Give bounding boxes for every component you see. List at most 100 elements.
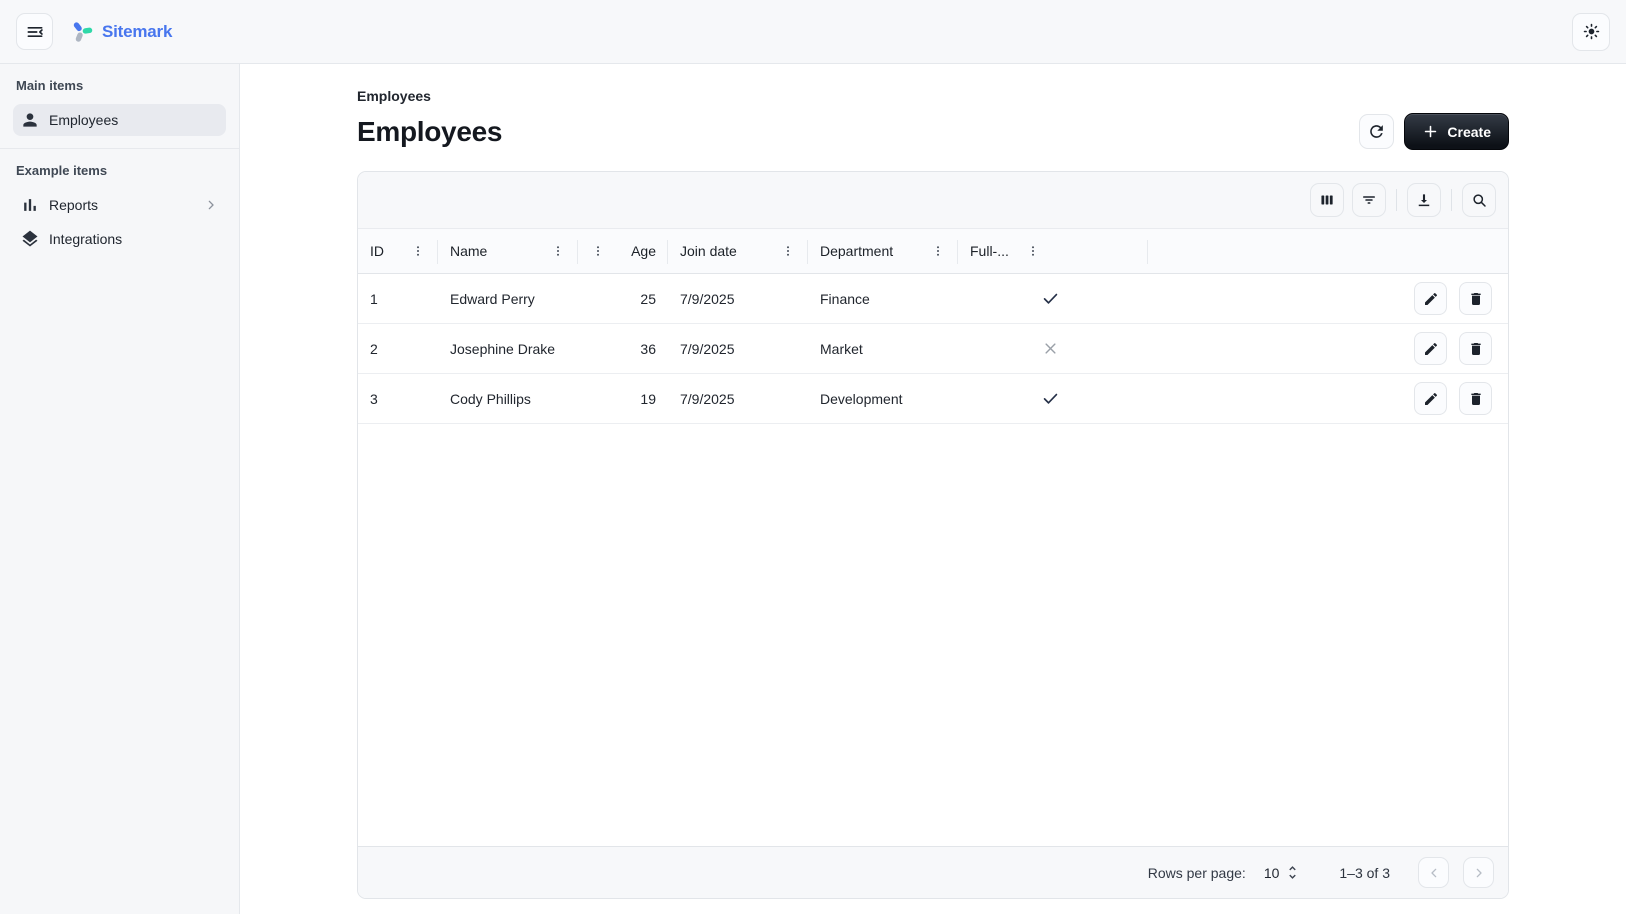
cell-full-time — [958, 374, 1148, 423]
collapse-sidebar-button[interactable] — [16, 13, 53, 50]
cell-join_date: 7/9/2025 — [668, 324, 808, 373]
export-button[interactable] — [1407, 183, 1441, 217]
check-icon — [1041, 289, 1060, 308]
toolbar-divider — [1451, 189, 1452, 211]
edit-icon — [1423, 291, 1439, 307]
grid-toolbar — [358, 172, 1508, 228]
close-icon — [1041, 339, 1060, 358]
plus-icon — [1422, 123, 1439, 140]
unfold-more-icon — [1284, 864, 1301, 881]
check-icon — [1041, 389, 1060, 408]
delete-row-button[interactable] — [1459, 332, 1492, 365]
employees-data-grid: IDNameAgeJoin dateDepartmentFull-... 1Ed… — [357, 171, 1509, 899]
column-menu-icon[interactable] — [590, 243, 606, 259]
column-menu-icon[interactable] — [780, 243, 796, 259]
download-icon — [1415, 191, 1433, 209]
cell-id: 2 — [358, 324, 438, 373]
columns-button[interactable] — [1310, 183, 1344, 217]
cell-age: 36 — [578, 324, 668, 373]
sidebar-section: Example items Reports Integrations — [0, 163, 239, 255]
cell-department: Finance — [808, 274, 958, 323]
sidebar-item-reports[interactable]: Reports — [13, 189, 226, 221]
sitemark-logo-icon — [69, 19, 94, 44]
cell-name: Edward Perry — [438, 274, 578, 323]
search-icon — [1470, 191, 1488, 209]
delete-icon — [1468, 391, 1484, 407]
row-actions — [1358, 324, 1508, 373]
search-button[interactable] — [1462, 183, 1496, 217]
grid-body: 1Edward Perry257/9/2025Finance2Josephine… — [358, 274, 1508, 424]
person-icon — [20, 110, 40, 130]
delete-row-button[interactable] — [1459, 382, 1492, 415]
sidebar-section-label: Main items — [0, 78, 239, 93]
cell-spacer — [1148, 374, 1358, 423]
rows-per-page-label: Rows per page: — [1148, 865, 1246, 881]
column-header-label: Name — [450, 243, 487, 259]
column-header-department[interactable]: Department — [808, 229, 958, 273]
edit-icon — [1423, 391, 1439, 407]
column-header-label: ID — [370, 243, 384, 259]
edit-row-button[interactable] — [1414, 332, 1447, 365]
column-menu-icon[interactable] — [410, 243, 426, 259]
cell-name: Josephine Drake — [438, 324, 578, 373]
menu-collapse-icon — [25, 22, 45, 42]
column-header-join_date[interactable]: Join date — [668, 229, 808, 273]
theme-toggle-button[interactable] — [1572, 13, 1610, 51]
page-title: Employees — [357, 116, 502, 148]
create-button-label: Create — [1447, 124, 1491, 140]
sidebar-item-employees[interactable]: Employees — [13, 104, 226, 136]
filter-button[interactable] — [1352, 183, 1386, 217]
table-row: 3Cody Phillips197/9/2025Development — [358, 374, 1508, 424]
delete-row-button[interactable] — [1459, 282, 1492, 315]
rows-per-page-value: 10 — [1264, 865, 1280, 881]
sidebar-item-integrations[interactable]: Integrations — [13, 223, 226, 255]
delete-icon — [1468, 341, 1484, 357]
main-content: Employees Employees Create — [240, 64, 1626, 914]
cell-age: 25 — [578, 274, 668, 323]
column-header-full_time[interactable]: Full-... — [958, 229, 1148, 273]
filter-icon — [1360, 191, 1378, 209]
edit-icon — [1423, 341, 1439, 357]
edit-row-button[interactable] — [1414, 282, 1447, 315]
cell-age: 19 — [578, 374, 668, 423]
cell-department: Development — [808, 374, 958, 423]
brand-name: Sitemark — [102, 22, 172, 42]
table-row: 2Josephine Drake367/9/2025Market — [358, 324, 1508, 374]
refresh-icon — [1367, 122, 1386, 141]
rows-per-page-select[interactable]: 10 — [1264, 864, 1302, 881]
grid-footer: Rows per page: 10 1–3 of 3 — [358, 846, 1508, 898]
layers-icon — [20, 229, 40, 249]
edit-row-button[interactable] — [1414, 382, 1447, 415]
column-menu-icon[interactable] — [1025, 243, 1041, 259]
bar-chart-icon — [20, 195, 40, 215]
column-menu-icon[interactable] — [930, 243, 946, 259]
column-header-age[interactable]: Age — [578, 229, 668, 273]
column-header-label: Age — [631, 243, 656, 259]
column-header-name[interactable]: Name — [438, 229, 578, 273]
sidebar-item-label: Reports — [49, 197, 98, 213]
cell-id: 3 — [358, 374, 438, 423]
sidebar-section-label: Example items — [0, 163, 239, 178]
cell-full-time — [958, 274, 1148, 323]
column-menu-icon[interactable] — [550, 243, 566, 259]
sidebar: Main items Employees Example items Reports I… — [0, 64, 240, 914]
toolbar-divider — [1396, 189, 1397, 211]
sun-icon — [1582, 22, 1601, 41]
cell-spacer — [1148, 324, 1358, 373]
sidebar-section: Main items Employees — [0, 78, 239, 136]
row-actions — [1358, 374, 1508, 423]
column-header-spacer — [1148, 229, 1358, 273]
cell-full-time — [958, 324, 1148, 373]
sidebar-item-label: Employees — [49, 112, 118, 128]
next-page-button[interactable] — [1463, 857, 1494, 888]
create-button[interactable]: Create — [1404, 113, 1509, 150]
cell-join_date: 7/9/2025 — [668, 374, 808, 423]
column-header-id[interactable]: ID — [358, 229, 438, 273]
view-columns-icon — [1318, 191, 1336, 209]
reload-button[interactable] — [1359, 114, 1394, 149]
chevron-right-icon — [1471, 865, 1487, 881]
grid-empty-area — [358, 424, 1508, 846]
chevron-left-icon — [1426, 865, 1442, 881]
brand-logo: Sitemark — [69, 19, 172, 44]
previous-page-button[interactable] — [1418, 857, 1449, 888]
